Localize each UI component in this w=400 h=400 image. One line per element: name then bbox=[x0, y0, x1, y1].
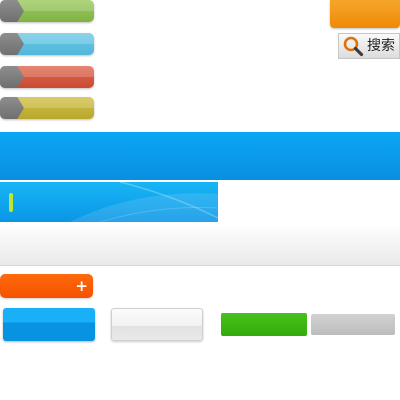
magnifier-icon bbox=[343, 36, 364, 57]
plus-icon: + bbox=[75, 277, 88, 295]
swoosh-decoration bbox=[70, 182, 218, 222]
red-pill-button[interactable] bbox=[0, 66, 94, 88]
blue-banner-input[interactable] bbox=[0, 182, 218, 222]
blue-pill-button[interactable] bbox=[0, 33, 94, 55]
orange-top-button[interactable] bbox=[330, 0, 400, 28]
gray-gradient-strip bbox=[0, 224, 400, 266]
green-button[interactable] bbox=[221, 313, 307, 336]
olive-pill-button[interactable] bbox=[0, 97, 94, 119]
gray-disabled-button[interactable] bbox=[311, 314, 395, 335]
search-button-label: 搜索 bbox=[367, 38, 395, 54]
white-button[interactable] bbox=[111, 308, 203, 341]
search-button[interactable]: 搜索 bbox=[338, 33, 400, 59]
green-pill-button[interactable] bbox=[0, 0, 94, 22]
text-cursor bbox=[9, 193, 13, 212]
add-button[interactable]: + bbox=[0, 274, 93, 298]
blue-button[interactable] bbox=[3, 308, 95, 341]
blue-header-bar bbox=[0, 132, 400, 180]
